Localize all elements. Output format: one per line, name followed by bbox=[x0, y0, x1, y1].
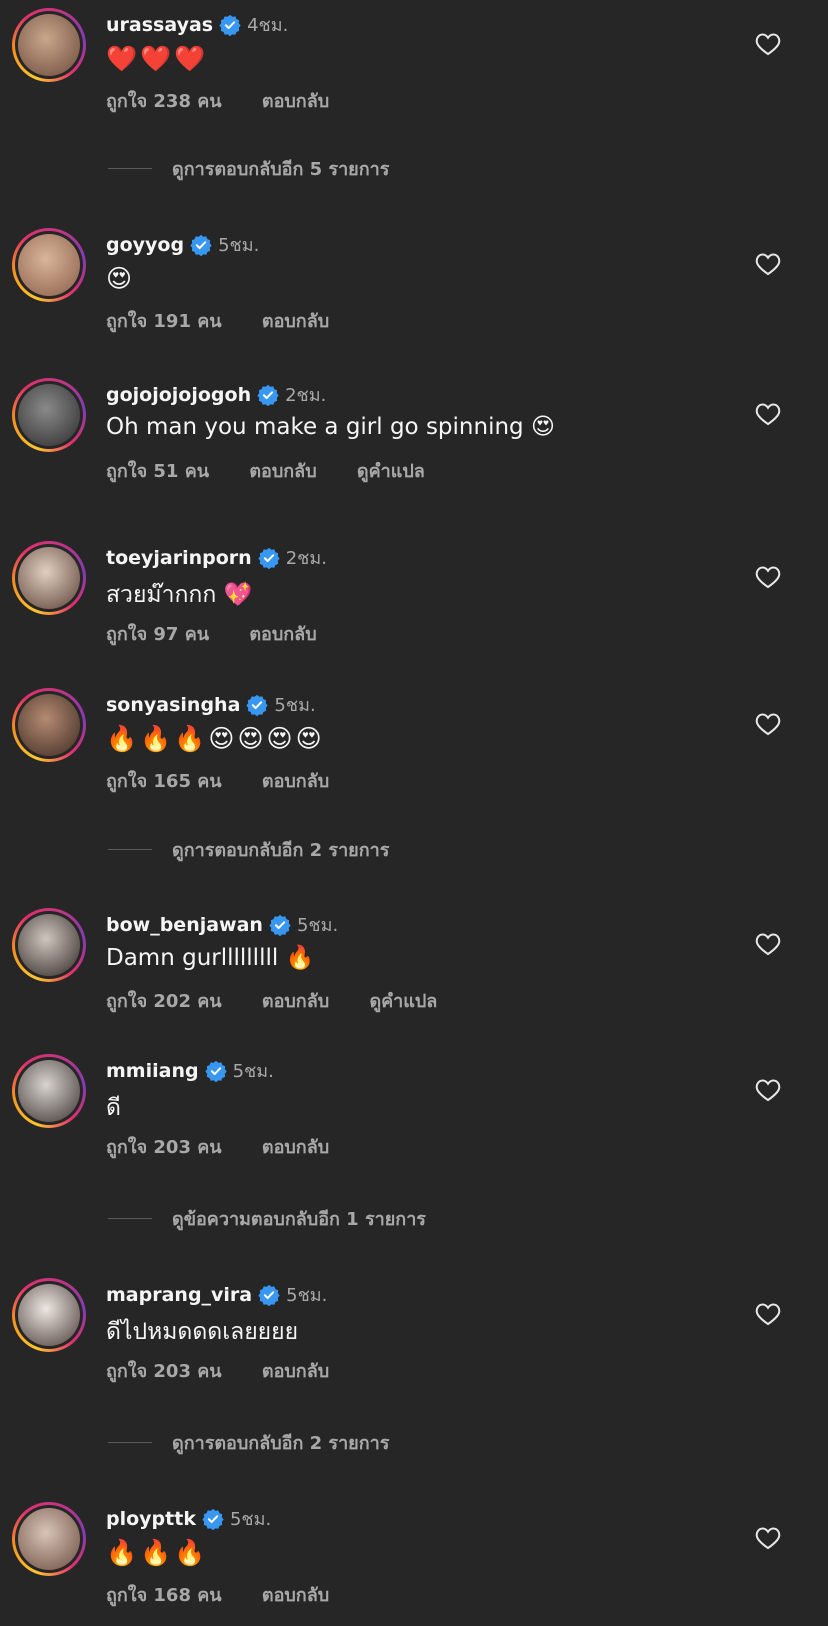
avatar[interactable] bbox=[18, 234, 80, 296]
view-more-replies-label[interactable]: ดูการตอบกลับอีก 5 รายการ bbox=[172, 154, 389, 183]
comment-likes[interactable]: ถูกใจ 165 คน bbox=[106, 771, 222, 792]
view-more-replies[interactable]: ดูการตอบกลับอีก 2 รายการ bbox=[108, 837, 808, 861]
comment-username[interactable]: ploypttk bbox=[106, 1508, 196, 1530]
comment-time: 2ชม. bbox=[285, 385, 327, 406]
like-heart-icon[interactable] bbox=[755, 252, 781, 276]
like-heart-icon[interactable] bbox=[755, 402, 781, 426]
comment-text: ❤️❤️❤️ bbox=[106, 44, 209, 73]
comment-text: สวยม๊ากกก 💖 bbox=[106, 582, 253, 608]
avatar[interactable] bbox=[18, 1508, 80, 1570]
avatar[interactable] bbox=[18, 547, 80, 609]
replies-divider bbox=[108, 848, 152, 850]
reply-button[interactable]: ตอบกลับ bbox=[262, 1137, 329, 1158]
avatar-story-ring[interactable] bbox=[12, 908, 86, 982]
comment-username[interactable]: bow_benjawan bbox=[106, 914, 263, 936]
see-translation-button[interactable]: ดูคำแปล bbox=[369, 991, 437, 1012]
comment-username[interactable]: urassayas bbox=[106, 14, 213, 36]
verified-badge-icon bbox=[257, 384, 279, 406]
like-heart-icon[interactable] bbox=[755, 712, 781, 736]
replies-divider bbox=[108, 167, 152, 169]
comment-text: 🔥🔥🔥 bbox=[106, 1538, 209, 1567]
avatar-story-ring[interactable] bbox=[12, 228, 86, 302]
comment-time: 2ชม. bbox=[285, 548, 327, 569]
comment-username[interactable]: mmiiang bbox=[106, 1060, 199, 1082]
avatar[interactable] bbox=[18, 384, 80, 446]
comment-time: 5ชม. bbox=[286, 1285, 328, 1306]
reply-button[interactable]: ตอบกลับ bbox=[262, 311, 329, 332]
view-more-replies[interactable]: ดูการตอบกลับอีก 2 รายการ bbox=[108, 1430, 808, 1454]
verified-badge-icon bbox=[204, 1060, 227, 1082]
like-heart-icon[interactable] bbox=[755, 1526, 781, 1550]
comment-text: 🔥🔥🔥😍😍😍😍 bbox=[106, 724, 325, 753]
verified-badge-icon bbox=[202, 1508, 224, 1530]
comment-text: ดี bbox=[106, 1095, 121, 1121]
comment-text: ดีไปหมดดดเลยยยย bbox=[106, 1319, 299, 1345]
comment-username[interactable]: goyyog bbox=[106, 234, 184, 256]
avatar-story-ring[interactable] bbox=[12, 1054, 86, 1128]
comment-likes[interactable]: ถูกใจ 97 คน bbox=[106, 624, 209, 645]
see-translation-button[interactable]: ดูคำแปล bbox=[357, 461, 425, 482]
avatar-story-ring[interactable] bbox=[12, 1278, 86, 1352]
like-heart-icon[interactable] bbox=[755, 1302, 781, 1326]
comment-likes[interactable]: ถูกใจ 202 คน bbox=[106, 991, 222, 1012]
verified-badge-icon bbox=[258, 547, 280, 569]
like-heart-icon[interactable] bbox=[755, 1078, 781, 1102]
avatar[interactable] bbox=[18, 1284, 80, 1346]
reply-button[interactable]: ตอบกลับ bbox=[262, 91, 329, 112]
comment-likes[interactable]: ถูกใจ 191 คน bbox=[106, 311, 222, 332]
comment-time: 5ชม. bbox=[229, 1509, 272, 1530]
view-more-replies-label[interactable]: ดูการตอบกลับอีก 2 รายการ bbox=[172, 1428, 389, 1457]
comment-likes[interactable]: ถูกใจ 203 คน bbox=[106, 1361, 222, 1382]
comments-list: urassayas 4ชม. ❤️❤️❤️ ถูกใจ 238 คน ตอบกล… bbox=[0, 0, 828, 1626]
comment-likes[interactable]: ถูกใจ 51 คน bbox=[106, 461, 209, 482]
comment-likes[interactable]: ถูกใจ 168 คน bbox=[106, 1585, 222, 1606]
comment-likes[interactable]: ถูกใจ 203 คน bbox=[106, 1137, 222, 1158]
replies-divider bbox=[108, 1441, 152, 1443]
comment-text: Oh man you make a girl go spinning 😍 bbox=[106, 414, 555, 440]
like-heart-icon[interactable] bbox=[755, 32, 781, 56]
avatar[interactable] bbox=[18, 914, 80, 976]
avatar-story-ring[interactable] bbox=[12, 8, 86, 82]
comment-likes[interactable]: ถูกใจ 238 คน bbox=[106, 91, 222, 112]
view-more-replies-label[interactable]: ดูข้อความตอบกลับอีก 1 รายการ bbox=[172, 1204, 426, 1233]
comment-text: Damn gurlllllllll 🔥 bbox=[106, 945, 315, 971]
view-more-replies-label[interactable]: ดูการตอบกลับอีก 2 รายการ bbox=[172, 835, 389, 864]
comment-time: 4ชม. bbox=[247, 15, 289, 36]
view-more-replies[interactable]: ดูข้อความตอบกลับอีก 1 รายการ bbox=[108, 1206, 808, 1230]
comment-username[interactable]: gojojojojogoh bbox=[106, 384, 251, 406]
verified-badge-icon bbox=[219, 14, 241, 36]
reply-button[interactable]: ตอบกลับ bbox=[262, 991, 329, 1012]
verified-badge-icon bbox=[258, 1284, 280, 1306]
avatar-story-ring[interactable] bbox=[12, 541, 86, 615]
like-heart-icon[interactable] bbox=[755, 932, 781, 956]
comment-text: 😍 bbox=[106, 264, 136, 293]
avatar-story-ring[interactable] bbox=[12, 688, 86, 762]
verified-badge-icon bbox=[190, 234, 212, 256]
comment-time: 5ชม. bbox=[232, 1061, 274, 1082]
reply-button[interactable]: ตอบกลับ bbox=[249, 624, 316, 645]
comment-time: 5ชม. bbox=[218, 235, 260, 256]
comment-username[interactable]: maprang_vira bbox=[106, 1284, 252, 1306]
avatar[interactable] bbox=[18, 1060, 80, 1122]
avatar[interactable] bbox=[18, 14, 80, 76]
like-heart-icon[interactable] bbox=[755, 565, 781, 589]
reply-button[interactable]: ตอบกลับ bbox=[249, 461, 316, 482]
avatar-story-ring[interactable] bbox=[12, 378, 86, 452]
verified-badge-icon bbox=[269, 914, 291, 936]
comment-time: 5ชม. bbox=[296, 915, 339, 936]
view-more-replies[interactable]: ดูการตอบกลับอีก 5 รายการ bbox=[108, 156, 808, 180]
comment-username[interactable]: toeyjarinporn bbox=[106, 547, 252, 569]
comment-time: 5ชม. bbox=[274, 695, 316, 716]
verified-badge-icon bbox=[246, 694, 269, 716]
replies-divider bbox=[108, 1217, 152, 1219]
reply-button[interactable]: ตอบกลับ bbox=[262, 771, 329, 792]
reply-button[interactable]: ตอบกลับ bbox=[262, 1585, 329, 1606]
reply-button[interactable]: ตอบกลับ bbox=[262, 1361, 329, 1382]
avatar[interactable] bbox=[18, 694, 80, 756]
avatar-story-ring[interactable] bbox=[12, 1502, 86, 1576]
comment-username[interactable]: sonyasingha bbox=[106, 694, 240, 716]
